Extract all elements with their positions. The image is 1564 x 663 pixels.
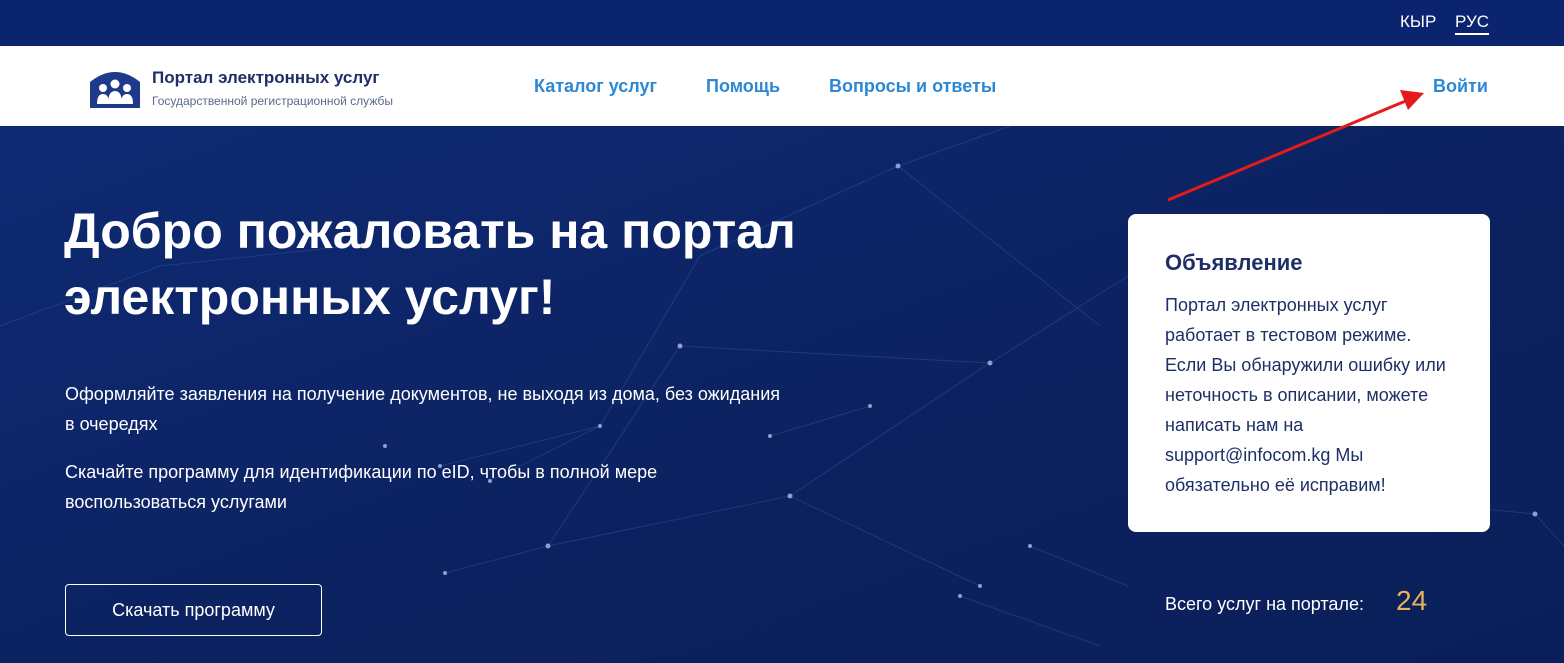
language-rus-link[interactable]: РУС (1455, 12, 1490, 35)
login-link[interactable]: Войти (1433, 76, 1488, 97)
hero-eid-description: Скачайте программу для идентификации по … (65, 462, 658, 512)
hero-description: Оформляйте заявления на получение докуме… (65, 384, 780, 434)
hero-title: Добро пожаловать на портал электронных у… (64, 203, 796, 325)
nav-help-link[interactable]: Помощь (706, 76, 780, 97)
site-header: Портал электронных услуг Государственной… (0, 46, 1564, 126)
top-bar: КЫР РУС (0, 0, 1564, 46)
logo-title[interactable]: Портал электронных услуг (152, 68, 380, 88)
announcement-title: Объявление (1165, 250, 1303, 275)
logo-icon[interactable] (86, 68, 144, 108)
announcement-card: Объявление Портал электронных услуг рабо… (1128, 214, 1490, 532)
nav-catalog-link[interactable]: Каталог услуг (534, 76, 657, 97)
language-kyr-link[interactable]: КЫР (1400, 12, 1436, 32)
services-count-label: Всего услуг на портале: (1165, 594, 1364, 614)
services-count-value: 24 (1396, 585, 1428, 616)
announcement-text: Портал электронных услуг работает в тест… (1165, 295, 1446, 495)
download-program-button[interactable]: Скачать программу (65, 584, 322, 636)
logo-subtitle: Государственной регистрационной службы (152, 94, 393, 108)
nav-faq-link[interactable]: Вопросы и ответы (829, 76, 996, 97)
